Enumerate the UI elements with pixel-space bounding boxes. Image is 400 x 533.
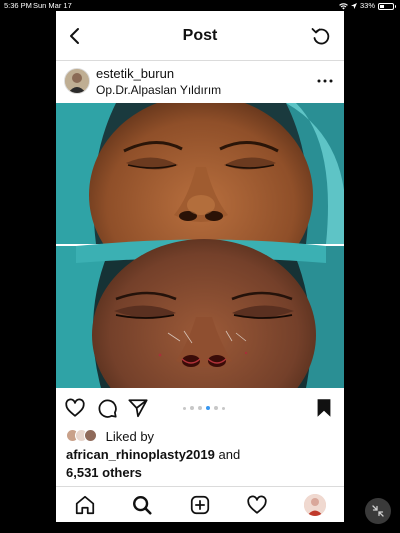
save-button[interactable] <box>313 397 335 419</box>
heart-outline-icon <box>247 495 267 514</box>
battery-icon <box>378 2 396 10</box>
carousel-dot <box>214 406 218 410</box>
post-actions <box>56 394 344 422</box>
likes-prefix: Liked by <box>105 429 155 444</box>
battery-fill <box>380 4 384 8</box>
carousel-dot <box>206 406 210 410</box>
tab-profile[interactable] <box>304 494 326 516</box>
home-icon <box>75 495 95 515</box>
like-button[interactable] <box>64 397 86 419</box>
carousel-dot <box>222 406 225 410</box>
likes-conjunction: and <box>218 447 241 462</box>
share-button[interactable] <box>127 397 149 419</box>
tab-bar <box>56 486 344 522</box>
post-username[interactable]: estetik_burun <box>96 66 174 81</box>
liker-username[interactable]: african_rhinoplasty2019 <box>66 447 215 462</box>
tab-search[interactable] <box>131 494 153 516</box>
avatar-image <box>65 69 89 93</box>
profile-avatar-icon <box>304 494 326 516</box>
avatar[interactable] <box>64 68 90 94</box>
carousel-dot <box>183 406 186 410</box>
status-time: 5:36 PM <box>4 1 32 10</box>
tab-activity[interactable] <box>246 494 268 516</box>
more-horizontal-icon <box>317 79 333 83</box>
refresh-button[interactable] <box>308 23 334 49</box>
send-icon <box>128 399 148 418</box>
liker-avatars <box>66 429 102 443</box>
refresh-icon <box>311 28 330 45</box>
post-photo[interactable] <box>56 103 344 388</box>
post-location[interactable]: Op.Dr.Alpaslan Yıldırım <box>96 83 221 97</box>
wifi-icon <box>339 2 348 9</box>
search-icon <box>133 496 152 515</box>
liker-avatar <box>84 429 97 442</box>
plus-square-icon <box>190 495 210 515</box>
carousel-indicator <box>183 406 225 410</box>
more-options-button[interactable] <box>316 72 334 90</box>
after-image <box>56 239 344 388</box>
post-header: estetik_burun Op.Dr.Alpaslan Yıldırım <box>56 61 344 103</box>
likes-summary: Liked by african_rhinoplasty2019 and 6,5… <box>66 428 336 482</box>
comment-icon <box>98 399 117 418</box>
comment-button[interactable] <box>96 397 118 419</box>
battery-percent: 33% <box>359 1 375 10</box>
carousel-dot <box>190 406 194 410</box>
post-image <box>56 103 344 388</box>
tab-new-post[interactable] <box>189 494 211 516</box>
collapse-arrows-icon <box>372 505 384 517</box>
tab-home[interactable] <box>74 494 96 516</box>
carousel-dot <box>198 406 202 410</box>
instagram-app: Post estetik_burun Op.Dr.Alpaslan Yıldır… <box>56 11 344 522</box>
likes-others[interactable]: 6,531 others <box>66 465 142 480</box>
status-right: 33% <box>339 0 396 12</box>
bookmark-filled-icon <box>317 399 331 417</box>
page-title: Post <box>182 27 218 44</box>
nav-bar: Post <box>56 11 344 61</box>
zoom-button[interactable] <box>365 498 391 524</box>
heart-outline-icon <box>65 398 85 417</box>
location-icon <box>350 3 357 9</box>
